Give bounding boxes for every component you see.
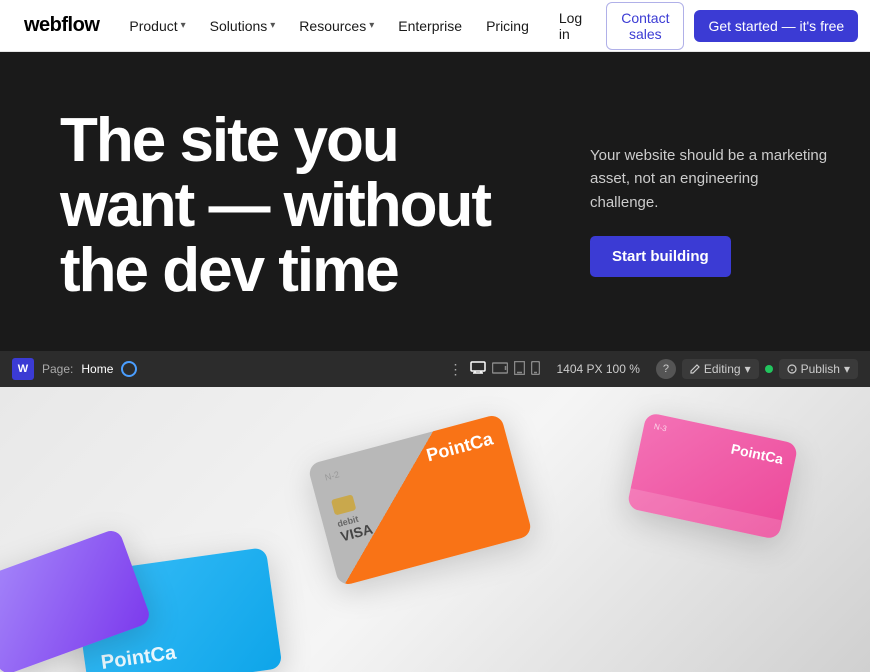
get-started-button[interactable]: Get started — it's free	[694, 10, 858, 42]
refresh-icon[interactable]	[121, 361, 137, 377]
publish-label: Publish	[801, 362, 840, 376]
chevron-down-icon: ▾	[181, 20, 186, 31]
hero-title: The site you want — without the dev time	[60, 108, 540, 303]
hero-section: The site you want — without the dev time…	[0, 52, 870, 351]
publish-button[interactable]: Publish ▾	[779, 359, 858, 379]
navbar: webflow Product ▾ Solutions ▾ Resources …	[0, 0, 870, 52]
tablet-landscape-icon[interactable]	[492, 361, 508, 377]
card-2-stripe	[627, 489, 783, 541]
cards-visual: N-2 debit VISA PointCa N-3 PointCa N-4 P…	[0, 387, 870, 672]
more-options-icon[interactable]: ⋮	[448, 361, 462, 378]
brand-logo[interactable]: webflow	[24, 14, 99, 37]
editor-toolbar: W Page: Home ⋮ 1404 PX 100 % ? Editing ▾…	[0, 351, 870, 387]
nav-label-solutions: Solutions	[210, 18, 268, 34]
nav-item-product[interactable]: Product ▾	[119, 12, 195, 40]
page-name[interactable]: Home	[81, 362, 113, 376]
viewport-size: 1404 PX 100 %	[556, 362, 639, 376]
help-button[interactable]: ?	[656, 359, 676, 379]
hero-left: The site you want — without the dev time	[60, 108, 550, 303]
page-label: Page:	[42, 362, 73, 376]
nav-label-pricing: Pricing	[486, 18, 529, 34]
card-1-inner: N-2 debit VISA PointCa	[307, 414, 533, 587]
chevron-down-icon: ▾	[270, 20, 275, 31]
nav-label-product: Product	[129, 18, 177, 34]
hero-subtitle: Your website should be a marketing asset…	[590, 144, 830, 214]
webflow-editor-logo: W	[12, 358, 34, 380]
nav-label-enterprise: Enterprise	[398, 18, 462, 34]
editor-right-controls: ? Editing ▾ Publish ▾	[656, 359, 858, 379]
mobile-icon[interactable]	[531, 361, 540, 378]
card-1-number: N-2	[324, 470, 341, 483]
preview-area: N-2 debit VISA PointCa N-3 PointCa N-4 P…	[0, 387, 870, 672]
card-3-brand: PointCa	[100, 642, 178, 672]
editing-chevron: ▾	[745, 362, 751, 376]
nav-item-enterprise[interactable]: Enterprise	[388, 12, 472, 40]
contact-sales-button[interactable]: Contact sales	[606, 2, 684, 50]
editing-label: Editing	[704, 362, 741, 376]
card-2: N-3 PointCa	[627, 412, 799, 540]
nav-item-pricing[interactable]: Pricing	[476, 12, 539, 40]
tablet-portrait-icon[interactable]	[514, 361, 525, 378]
status-dot	[765, 365, 773, 373]
device-selector	[470, 361, 540, 378]
start-building-button[interactable]: Start building	[590, 236, 731, 277]
card-1: N-2 debit VISA PointCa	[307, 414, 533, 587]
editing-mode-button[interactable]: Editing ▾	[682, 359, 759, 379]
card-2-brand: PointCa	[730, 441, 785, 468]
nav-label-resources: Resources	[299, 18, 366, 34]
nav-item-resources[interactable]: Resources ▾	[289, 12, 384, 40]
nav-item-solutions[interactable]: Solutions ▾	[200, 12, 286, 40]
login-button[interactable]: Log in	[547, 4, 594, 48]
card-1-chip	[331, 495, 356, 516]
card-2-number: N-3	[653, 422, 667, 433]
hero-right: Your website should be a marketing asset…	[590, 108, 830, 277]
publish-chevron: ▾	[844, 362, 850, 376]
desktop-icon[interactable]	[470, 361, 486, 377]
card-1-brand: PointCa	[424, 429, 495, 467]
chevron-down-icon: ▾	[369, 20, 374, 31]
